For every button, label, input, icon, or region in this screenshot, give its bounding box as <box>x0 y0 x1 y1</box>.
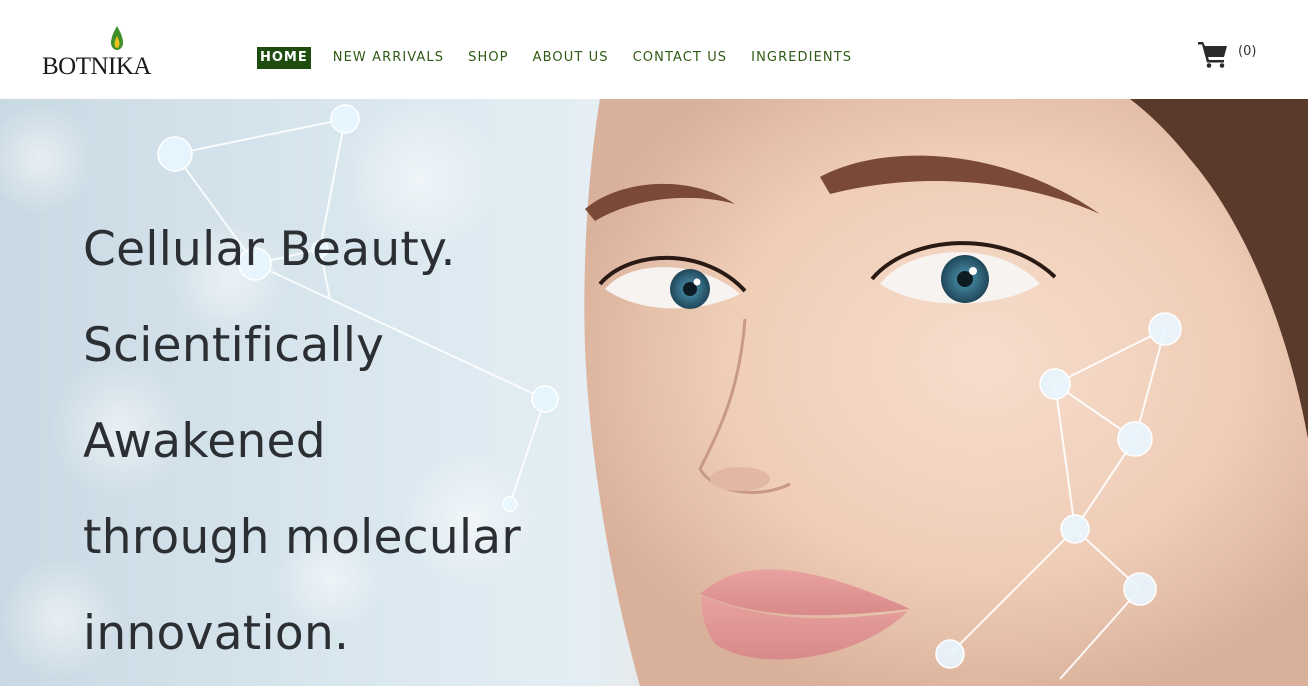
nav-item-ingredients[interactable]: INGREDIENTS <box>751 47 852 69</box>
cart-button[interactable]: (0) <box>1198 40 1268 68</box>
nav-item-about-us[interactable]: ABOUT US <box>533 47 609 69</box>
nav-item-new-arrivals[interactable]: NEW ARRIVALS <box>333 47 444 69</box>
hero-banner: Cellular Beauty. Scientifically Awakened… <box>0 99 1308 686</box>
shopping-cart-icon <box>1198 42 1227 68</box>
headline-line: through molecular <box>83 510 522 565</box>
nav-item-shop[interactable]: SHOP <box>468 47 509 69</box>
headline-line: innovation. <box>83 606 350 661</box>
headline-line: Awakened <box>83 414 326 469</box>
nav-item-contact-us[interactable]: CONTACT US <box>633 47 728 69</box>
main-nav: HOME NEW ARRIVALS SHOP ABOUT US CONTACT … <box>257 47 876 69</box>
site-header: BOTNIKA HOME NEW ARRIVALS SHOP ABOUT US … <box>0 0 1308 99</box>
green-flame-drop-icon <box>111 26 123 50</box>
headline-line: Scientifically <box>83 318 385 373</box>
cart-count: (0) <box>1238 44 1257 59</box>
hero-headline: Cellular Beauty. Scientifically Awakened… <box>83 202 683 682</box>
headline-line: Cellular Beauty. <box>83 222 456 277</box>
brand-logo[interactable]: BOTNIKA <box>42 26 157 82</box>
nav-item-home[interactable]: HOME <box>257 47 311 69</box>
brand-name: BOTNIKA <box>42 53 152 80</box>
